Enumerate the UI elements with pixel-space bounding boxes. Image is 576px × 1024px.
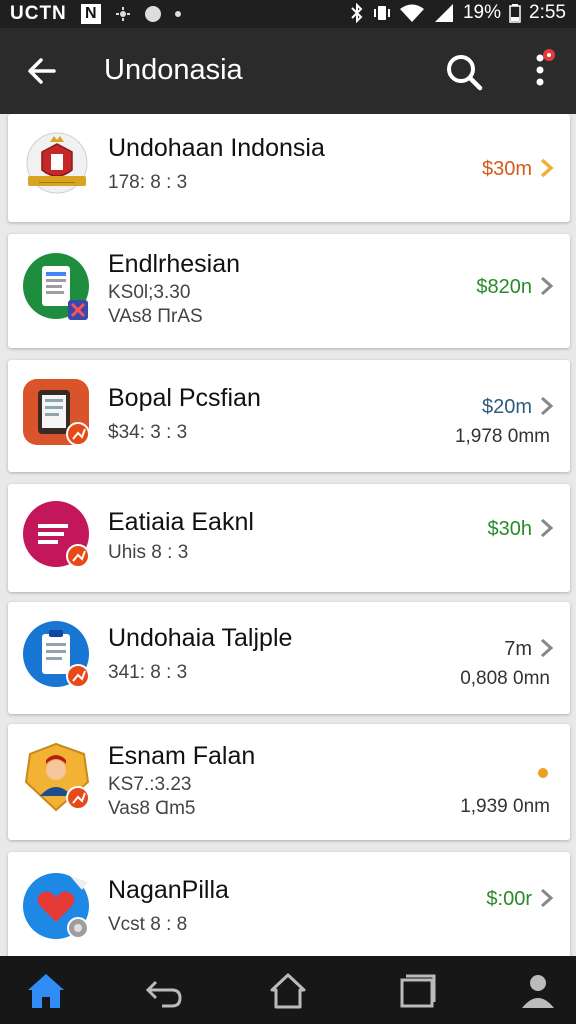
home-icon <box>28 974 64 1008</box>
list-item[interactable]: Endlrhesian KS0l;3.30 VAs8 ΠrAS $820n <box>8 234 570 348</box>
back-nav-icon <box>145 980 182 1008</box>
item-title: Undohaia Taljple <box>108 624 293 652</box>
profile-icon <box>522 975 554 1008</box>
item-price: $30h <box>487 518 533 540</box>
list-item[interactable]: —————— Undohaan Indonsia 178: 8 : 3 $30m <box>8 114 570 222</box>
item-subtitle-2: Vas8 Ɑm5 <box>108 798 196 819</box>
nav-back-button[interactable] <box>142 968 186 1012</box>
recents-icon <box>400 974 436 1008</box>
item-title: Eatiaia Eaknl <box>108 508 254 536</box>
nav-house-button[interactable] <box>266 968 310 1012</box>
carrier-label: UCTN <box>10 3 67 24</box>
item-price: $20m <box>481 396 532 418</box>
settings-gear-icon <box>115 7 130 21</box>
search-button[interactable] <box>442 50 486 94</box>
item-subtitle: 178: 8 : 3 <box>108 172 188 193</box>
status-bar: UCTN N 19% 2:55 <box>0 0 576 28</box>
vibrate-icon <box>373 6 390 20</box>
item-price: $:00r <box>486 888 532 910</box>
item-subtitle: Vcst 8 : 8 <box>108 914 188 935</box>
item-subtitle-2: VAs8 ΠrAS <box>108 306 203 327</box>
item-title: NaganPilla <box>108 876 229 904</box>
item-subtitle: KS7.:3.23 <box>108 774 192 795</box>
nav-home-button[interactable] <box>24 968 68 1012</box>
clipboard-app-icon <box>23 621 90 688</box>
item-title: Endlrhesian <box>108 250 241 278</box>
notification-small-dot-icon <box>174 11 181 17</box>
bottom-nav-bar <box>0 956 576 1024</box>
list-item[interactable]: Eatiaia Eaknl Uhis 8 : 3 $30h <box>8 484 570 592</box>
notification-dot-icon <box>144 6 161 22</box>
chevron-right-icon <box>541 518 554 538</box>
list-item[interactable]: Esnam Falan KS7.:3.23 Vas8 Ɑm5 1,939 0nm <box>8 724 570 840</box>
item-subtitle: Uhis 8 : 3 <box>108 542 189 563</box>
item-list: —————— Undohaan Indonsia 178: 8 : 3 $30m… <box>0 114 576 956</box>
item-price: $30m <box>481 158 532 180</box>
battery-percent: 19% <box>462 2 502 23</box>
chevron-right-icon <box>541 888 554 908</box>
item-title: Bopal Pcsfian <box>108 384 261 412</box>
item-price: $820n <box>476 276 532 298</box>
item-subtitle: $34: 3 : 3 <box>108 422 188 443</box>
more-options-button[interactable] <box>524 48 560 96</box>
item-note: 1,939 0nm <box>460 796 550 817</box>
item-subtitle: KS0l;3.30 <box>108 282 191 303</box>
nav-profile-button[interactable] <box>516 968 560 1012</box>
search-icon <box>447 55 483 91</box>
arrow-left-icon <box>28 58 56 84</box>
more-vert-icon <box>536 49 555 86</box>
battery-icon <box>509 4 521 23</box>
bluetooth-icon <box>351 3 363 23</box>
tablet-app-icon <box>23 379 90 446</box>
status-dot-icon <box>538 768 548 778</box>
list-item[interactable]: Undohaia Taljple 341: 8 : 3 7m 0,808 0mn <box>8 602 570 714</box>
list-item[interactable]: NaganPilla Vcst 8 : 8 $:00r <box>8 852 570 956</box>
chevron-right-icon <box>540 158 554 178</box>
list-app-icon <box>23 501 90 568</box>
tablet-app-icon <box>23 253 89 320</box>
item-title: Undohaan Indonsia <box>108 134 325 162</box>
notification-n-icon: N <box>80 4 101 24</box>
page-title: Undonasia <box>104 54 243 86</box>
chevron-right-icon <box>541 638 554 658</box>
wifi-icon <box>399 4 424 22</box>
app-bar: Undonasia <box>0 28 576 114</box>
house-icon <box>270 973 306 1009</box>
item-title: Esnam Falan <box>108 742 256 770</box>
item-note: 0,808 0mn <box>460 668 550 689</box>
list-item[interactable]: Bopal Pcsfian $34: 3 : 3 $20m 1,978 0mm <box>8 360 570 472</box>
chevron-right-icon <box>541 396 554 416</box>
crest-emblem-icon: —————— <box>26 132 88 194</box>
chevron-right-icon <box>541 276 554 296</box>
person-badge-icon <box>24 742 90 812</box>
clock-time: 2:55 <box>529 2 566 23</box>
signal-icon <box>434 4 453 22</box>
heart-app-icon <box>23 873 89 939</box>
nav-recents-button[interactable] <box>394 968 438 1012</box>
item-price: 7m <box>504 638 532 660</box>
svg-text:——————: —————— <box>39 180 75 186</box>
item-subtitle: 341: 8 : 3 <box>108 662 188 683</box>
item-note: 1,978 0mm <box>454 426 550 447</box>
back-button[interactable] <box>22 51 62 91</box>
